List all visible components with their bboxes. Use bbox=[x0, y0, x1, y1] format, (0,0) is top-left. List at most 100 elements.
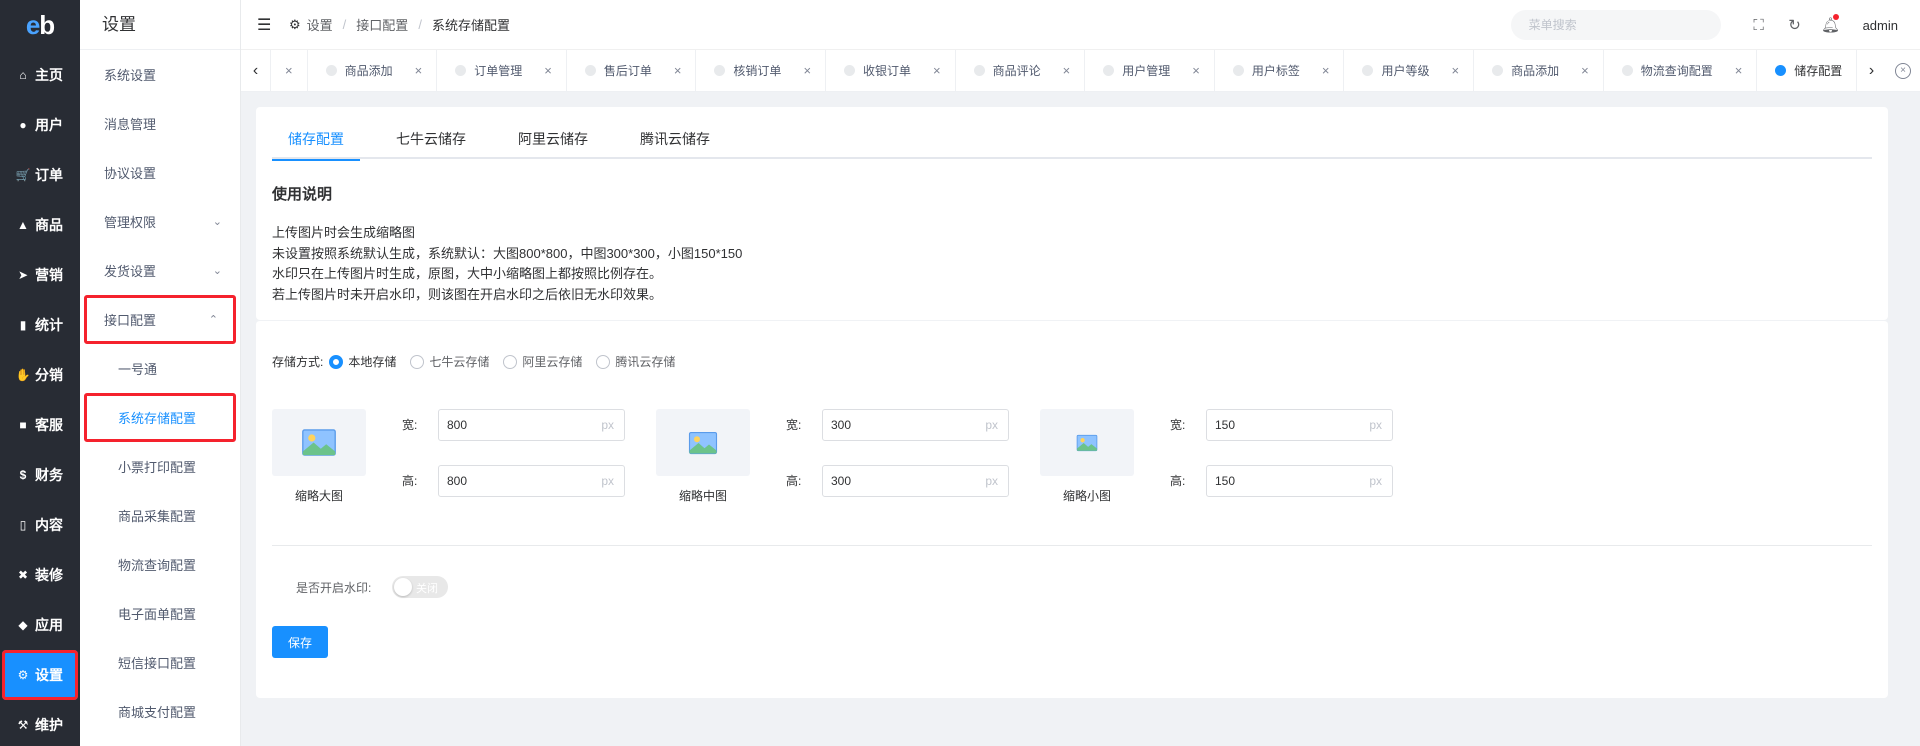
close-icon[interactable]: × bbox=[1063, 63, 1071, 78]
width-input[interactable]: 300 px bbox=[822, 409, 1009, 441]
top-header: ☰ ⚙ 设置 / 接口配置 / 系统存储配置 菜单搜索 ⛶ ↻ 🔔︎ admin bbox=[241, 0, 1920, 50]
submenu-item-5[interactable]: 接口配置 ⌃ bbox=[84, 295, 236, 344]
close-icon[interactable]: × bbox=[1322, 63, 1330, 78]
rail-item-8[interactable]: $ 财务 bbox=[0, 450, 80, 500]
rail-item-1[interactable]: ● 用户 bbox=[0, 100, 80, 150]
close-icon[interactable]: × bbox=[933, 63, 941, 78]
notification-dot bbox=[1832, 14, 1839, 20]
rail-item-12[interactable]: ⚙ 设置 bbox=[2, 650, 78, 700]
width-label: 宽: bbox=[1170, 418, 1186, 432]
rail-item-label: 主页 bbox=[35, 67, 63, 83]
history-tab[interactable]: 商品评论 × bbox=[956, 49, 1086, 92]
submenu-item-12[interactable]: 短信接口配置 bbox=[80, 638, 240, 687]
submenu-item-6[interactable]: 一号通 bbox=[80, 344, 240, 393]
close-all-tabs-button[interactable]: × bbox=[1886, 50, 1920, 92]
history-tab[interactable]: 用户标签 × bbox=[1215, 49, 1345, 92]
storage-option-radio[interactable]: 腾讯云存储 bbox=[596, 353, 675, 370]
submenu-item-11[interactable]: 电子面单配置 bbox=[80, 589, 240, 638]
submenu-item-13[interactable]: 商城支付配置 bbox=[80, 687, 240, 736]
rail-item-label: 订单 bbox=[35, 167, 63, 183]
history-tab[interactable]: 物流查询配置 × bbox=[1604, 49, 1758, 92]
watermark-toggle[interactable]: 关闭 bbox=[392, 576, 448, 598]
unit-suffix: px bbox=[1369, 418, 1382, 432]
storage-tab-2[interactable]: 阿里云储存 bbox=[502, 123, 604, 159]
storage-tab-1[interactable]: 七牛云储存 bbox=[380, 123, 482, 159]
close-icon[interactable]: × bbox=[544, 63, 552, 78]
submenu-item-1[interactable]: 消息管理 bbox=[80, 99, 240, 148]
close-icon[interactable]: × bbox=[803, 63, 811, 78]
username-menu[interactable]: admin bbox=[1849, 18, 1920, 33]
history-tab[interactable]: 售后订单 × bbox=[567, 49, 697, 92]
rail-item-3[interactable]: ▲ 商品 bbox=[0, 200, 80, 250]
breadcrumb-item-current: 系统存储配置 bbox=[431, 18, 510, 33]
close-icon[interactable]: × bbox=[415, 63, 423, 78]
submenu-item-2[interactable]: 协议设置 bbox=[80, 148, 240, 197]
rail-item-5[interactable]: ▮ 统计 bbox=[0, 300, 80, 350]
save-button[interactable]: 保存 bbox=[272, 626, 328, 658]
tools-icon: ✖ bbox=[17, 568, 29, 582]
rail-item-10[interactable]: ✖ 装修 bbox=[0, 550, 80, 600]
tag-close-first[interactable]: × bbox=[271, 49, 308, 92]
app-logo[interactable]: eb bbox=[0, 0, 80, 50]
rail-item-7[interactable]: ■ 客服 bbox=[0, 400, 80, 450]
thumbnail-preview bbox=[1040, 409, 1134, 476]
refresh-icon[interactable]: ↻ bbox=[1777, 0, 1813, 50]
close-icon[interactable]: × bbox=[1735, 63, 1743, 78]
rail-item-9[interactable]: ▯ 内容 bbox=[0, 500, 80, 550]
submenu-item-3[interactable]: 管理权限 ⌄ bbox=[80, 197, 240, 246]
history-tab[interactable]: 用户管理 × bbox=[1085, 49, 1215, 92]
history-tab[interactable]: 储存配置 bbox=[1757, 50, 1856, 92]
rail-item-0[interactable]: ⌂ 主页 bbox=[0, 50, 80, 100]
collapse-menu-icon[interactable]: ☰ bbox=[257, 15, 275, 35]
close-icon[interactable]: × bbox=[1581, 63, 1589, 78]
tab-status-dot bbox=[1232, 65, 1244, 76]
submenu-item-8[interactable]: 小票打印配置 bbox=[80, 442, 240, 491]
rail-item-6[interactable]: ✋ 分销 bbox=[0, 350, 80, 400]
instructions-title: 使用说明 bbox=[272, 186, 333, 203]
height-input[interactable]: 800 px bbox=[438, 465, 625, 497]
close-icon[interactable]: × bbox=[285, 63, 293, 78]
submenu-item-7[interactable]: 系统存储配置 bbox=[84, 393, 236, 442]
rail-item-13[interactable]: ⚒ 维护 bbox=[0, 700, 80, 746]
tabs-scroll-right-button[interactable]: › bbox=[1856, 49, 1886, 92]
height-value: 800 bbox=[447, 474, 468, 488]
breadcrumb-separator: / bbox=[342, 17, 347, 32]
history-tab[interactable]: 用户等级 × bbox=[1344, 49, 1475, 92]
rail-item-label: 统计 bbox=[35, 317, 63, 333]
close-icon[interactable]: × bbox=[1451, 63, 1459, 78]
fullscreen-icon[interactable]: ⛶ bbox=[1741, 0, 1777, 50]
bell-icon[interactable]: 🔔︎ bbox=[1813, 0, 1849, 50]
breadcrumb-item-interface[interactable]: 接口配置 bbox=[356, 15, 408, 34]
rail-item-label: 用户 bbox=[35, 117, 63, 133]
width-input[interactable]: 150 px bbox=[1206, 409, 1393, 441]
height-input[interactable]: 300 px bbox=[822, 465, 1009, 497]
height-input[interactable]: 150 px bbox=[1206, 465, 1393, 497]
width-input[interactable]: 800 px bbox=[438, 409, 625, 441]
history-tab[interactable]: 核销订单 × bbox=[696, 49, 827, 92]
history-tab-label: 核销订单 bbox=[733, 64, 782, 78]
submenu-title: 设置 bbox=[80, 0, 240, 50]
dollar-icon: $ bbox=[19, 468, 27, 482]
storage-option-radio[interactable]: 阿里云存储 bbox=[503, 353, 582, 370]
storage-tab-3[interactable]: 腾讯云储存 bbox=[624, 123, 726, 159]
submenu-item-10[interactable]: 物流查询配置 bbox=[80, 540, 240, 589]
close-icon[interactable]: × bbox=[1192, 63, 1200, 78]
submenu-item-0[interactable]: 系统设置 bbox=[80, 50, 240, 99]
rail-item-11[interactable]: ◆ 应用 bbox=[0, 600, 80, 650]
breadcrumb-item-settings[interactable]: 设置 bbox=[307, 15, 333, 34]
tabs-scroll-left-button[interactable]: ‹ bbox=[241, 49, 271, 92]
history-tab[interactable]: 商品添加 × bbox=[308, 49, 438, 92]
history-tab[interactable]: 订单管理 × bbox=[437, 49, 567, 92]
storage-tab-0[interactable]: 储存配置 bbox=[272, 123, 360, 161]
history-tab[interactable]: 商品添加 × bbox=[1474, 49, 1604, 92]
close-icon[interactable]: × bbox=[674, 63, 682, 78]
history-tab[interactable]: 收银订单 × bbox=[826, 49, 956, 92]
menu-search-input[interactable]: 菜单搜索 bbox=[1510, 10, 1721, 40]
rail-item-4[interactable]: ➤ 营销 bbox=[0, 250, 80, 300]
submenu-item-9[interactable]: 商品采集配置 bbox=[80, 491, 240, 540]
submenu-item-4[interactable]: 发货设置 ⌄ bbox=[80, 246, 240, 295]
tab-status-dot bbox=[1492, 65, 1504, 76]
storage-option-radio[interactable]: 七牛云存储 bbox=[410, 353, 489, 370]
storage-option-radio[interactable]: 本地存储 bbox=[329, 353, 396, 370]
rail-item-2[interactable]: 🛒 订单 bbox=[0, 150, 80, 200]
